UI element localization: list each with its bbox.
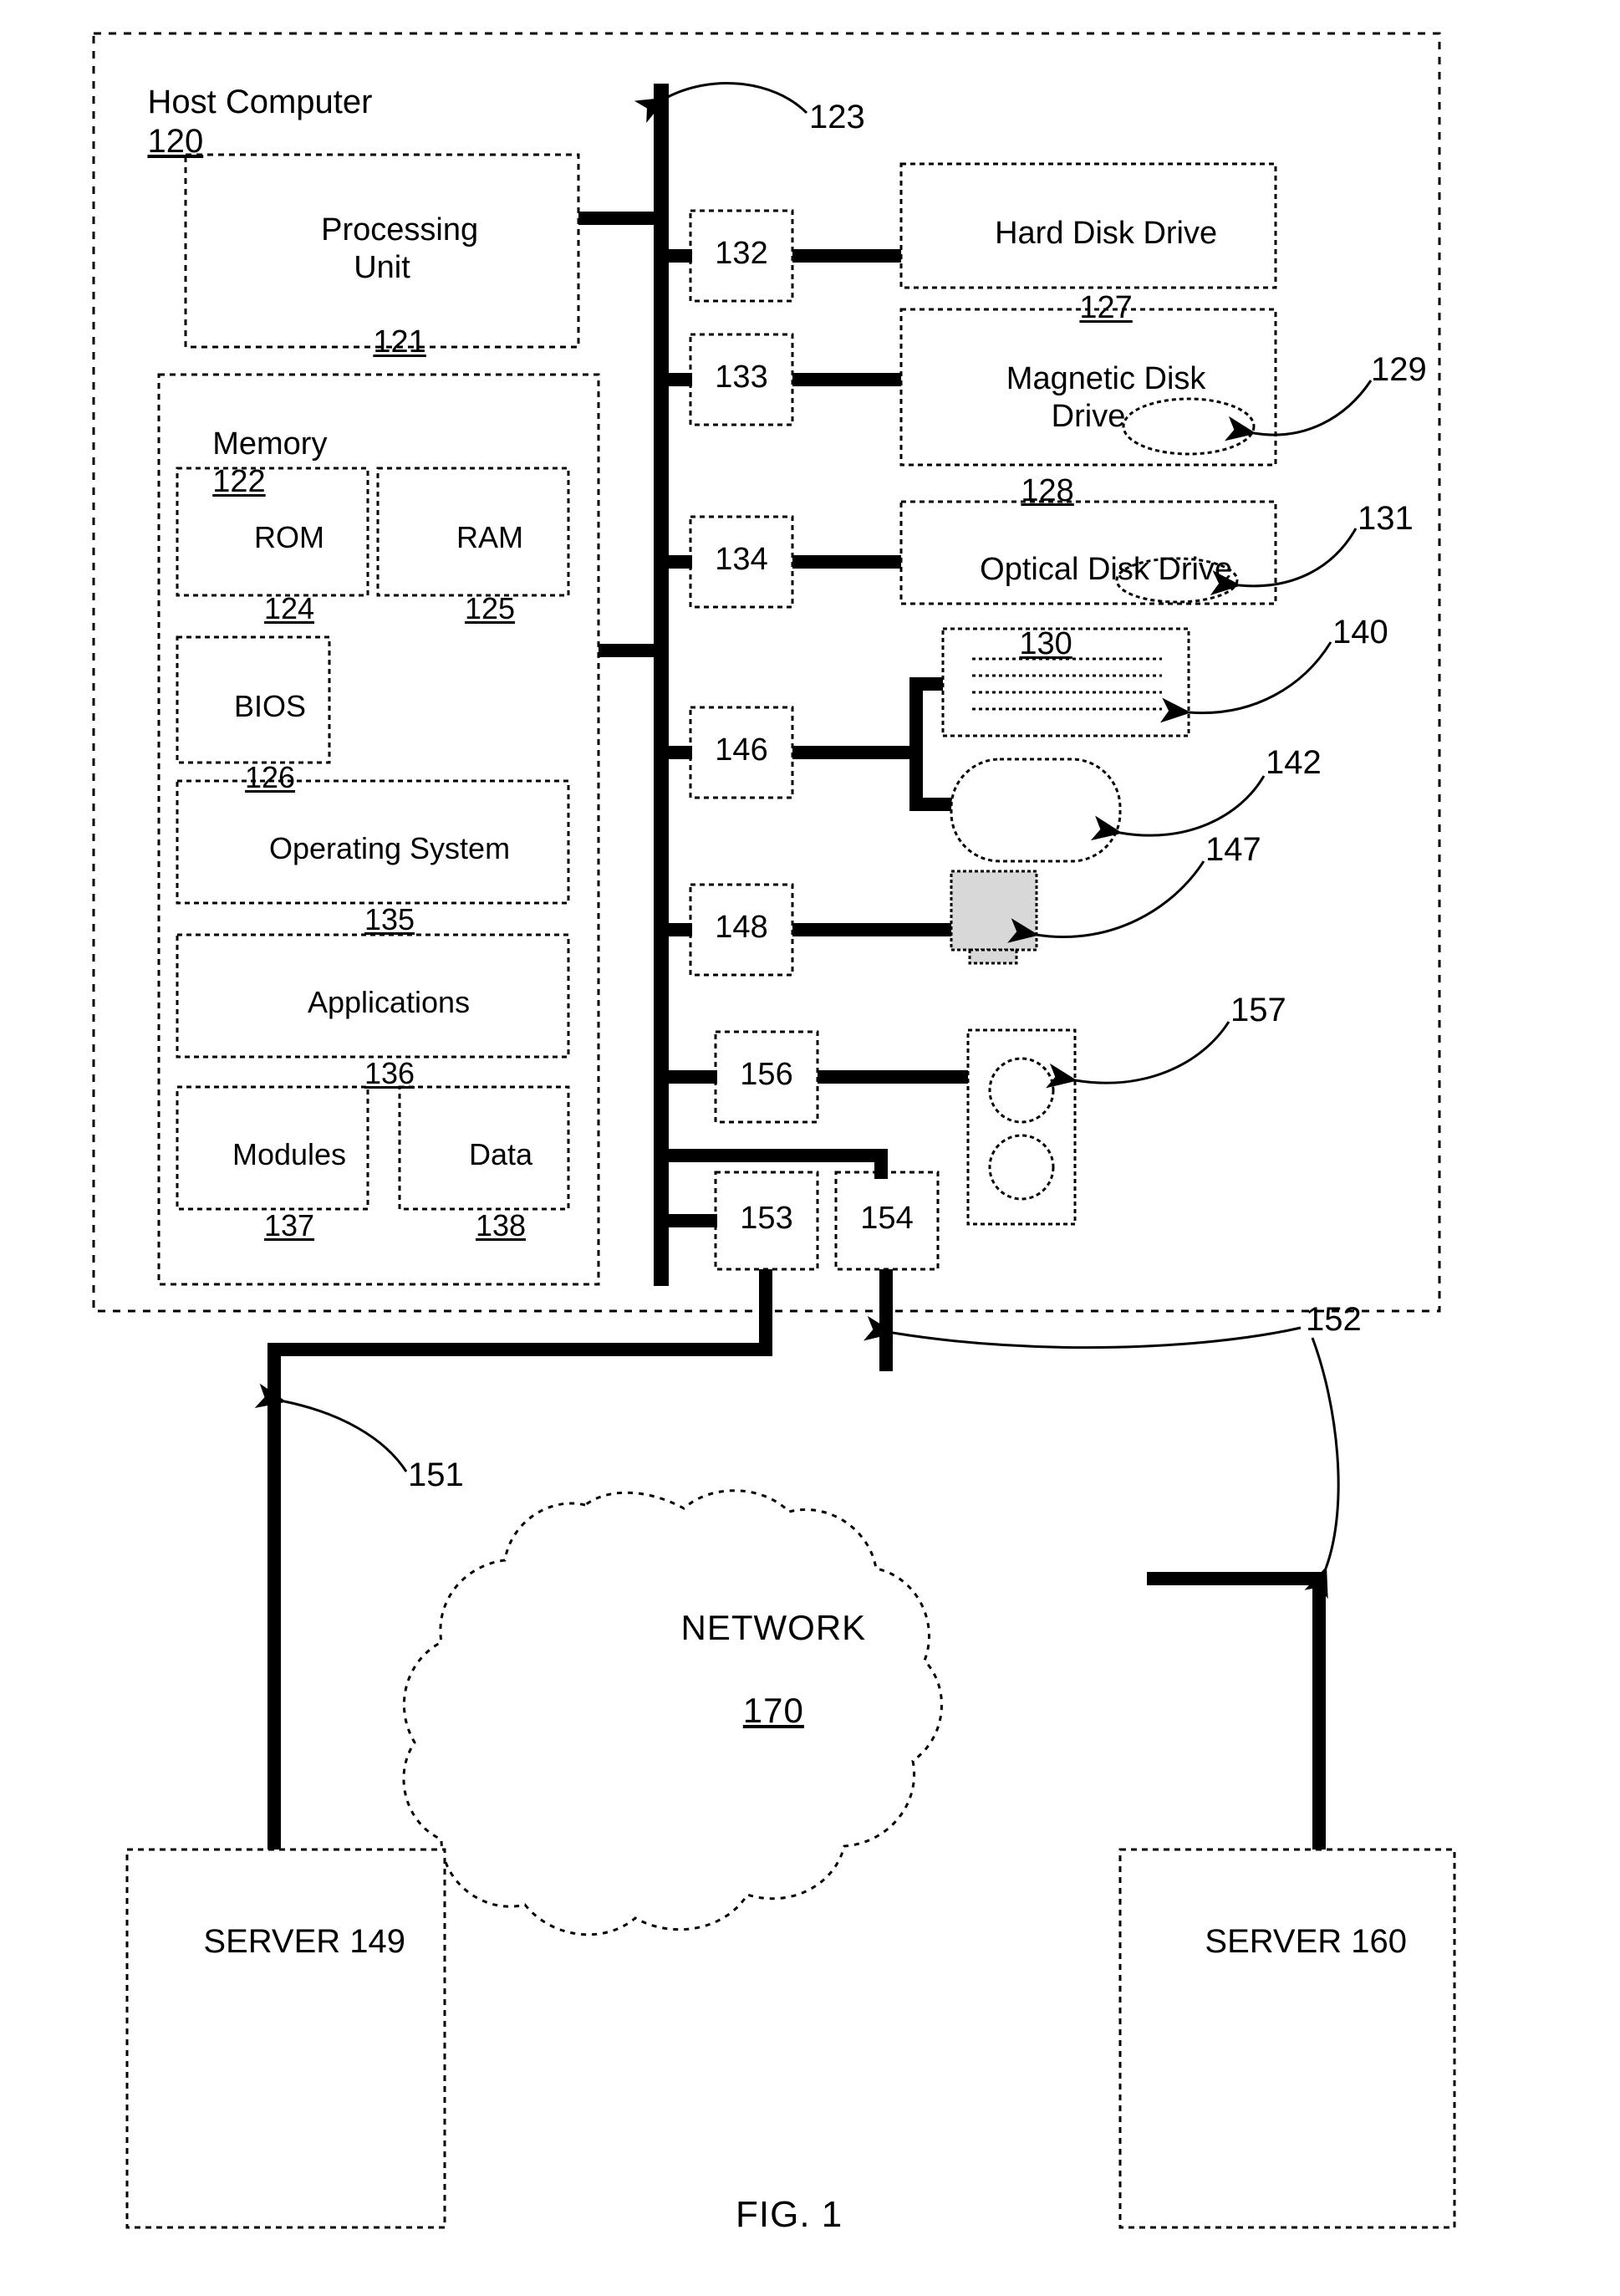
mouse-leader	[1090, 775, 1266, 841]
link-152-horiz	[1147, 1572, 1326, 1585]
keyboard-leader	[1159, 641, 1332, 723]
network-cloud	[402, 1489, 943, 1936]
interface-156-box	[714, 1030, 819, 1124]
bus-branch-154	[669, 1149, 888, 1162]
callout-123: 123	[809, 99, 865, 135]
link-148-monitor	[792, 923, 951, 936]
callout-131: 131	[1358, 500, 1414, 537]
interface-132-box	[689, 209, 794, 303]
link-154-down	[879, 1269, 893, 1371]
patent-figure: Host Computer 120 Processing Unit 121 Me…	[0, 0, 1620, 2296]
stub-133	[669, 373, 692, 386]
interface-153-box	[714, 1171, 819, 1271]
link-151-down	[267, 1343, 281, 1850]
monitor-leader	[1007, 860, 1205, 943]
ram-box	[376, 467, 570, 597]
speaker-driver-bottom	[988, 1134, 1055, 1201]
interface-146-box	[689, 706, 794, 799]
hard-disk-drive-box	[899, 162, 1277, 289]
stub-134	[669, 555, 692, 569]
monitor-screen	[950, 870, 1038, 952]
processing-unit-box	[184, 153, 580, 349]
rom-box	[176, 467, 369, 597]
interface-133-box	[689, 333, 794, 426]
callout-152: 152	[1306, 1301, 1362, 1338]
link-134-odd	[792, 555, 901, 569]
stub-153	[669, 1214, 717, 1227]
callout-129: 129	[1371, 351, 1427, 388]
link-146-vert	[909, 677, 923, 811]
link-152-leader-b	[1304, 1337, 1340, 1600]
stub-154-vert	[874, 1149, 888, 1179]
link-146-trunk	[792, 746, 920, 759]
link-153-horiz	[267, 1343, 772, 1356]
callout-140: 140	[1332, 614, 1388, 651]
link-152-down	[1312, 1572, 1326, 1850]
stub-156	[669, 1070, 717, 1084]
mouse-shape	[950, 758, 1122, 863]
operating-system-box	[176, 779, 570, 905]
link-152-leader-a	[863, 1315, 1302, 1350]
figure-caption: FIG. 1	[736, 2194, 843, 2235]
stub-148	[669, 923, 692, 936]
interface-148-box	[689, 883, 794, 977]
pu-bus-link	[578, 212, 655, 225]
interface-134-box	[689, 515, 794, 609]
callout-151: 151	[408, 1457, 464, 1493]
modules-box	[176, 1085, 369, 1211]
speaker-driver-top	[988, 1057, 1055, 1124]
link-132-hdd	[792, 249, 901, 263]
link-151-leader	[254, 1383, 408, 1472]
speakers-leader	[1045, 1021, 1230, 1089]
callout-142: 142	[1266, 744, 1322, 781]
callout-147: 147	[1205, 831, 1261, 868]
optical-disk-media	[1115, 557, 1239, 604]
memory-bus-link	[599, 644, 657, 657]
keyboard-shape	[941, 627, 1190, 737]
applications-box	[176, 933, 570, 1059]
callout-157: 157	[1230, 992, 1286, 1028]
server-right-box	[1118, 1848, 1456, 2229]
server-left-box	[125, 1848, 446, 2229]
system-bus	[654, 84, 669, 1286]
data-box	[398, 1085, 570, 1211]
stub-146	[669, 746, 692, 759]
link-156-speakers	[818, 1070, 968, 1084]
bus-leader	[634, 82, 808, 123]
bios-box	[176, 635, 331, 764]
interface-154-box	[834, 1171, 940, 1271]
stub-132	[669, 249, 692, 263]
monitor-base	[968, 948, 1018, 965]
link-133-mdd	[792, 373, 901, 386]
magnetic-disk-media	[1122, 397, 1256, 456]
